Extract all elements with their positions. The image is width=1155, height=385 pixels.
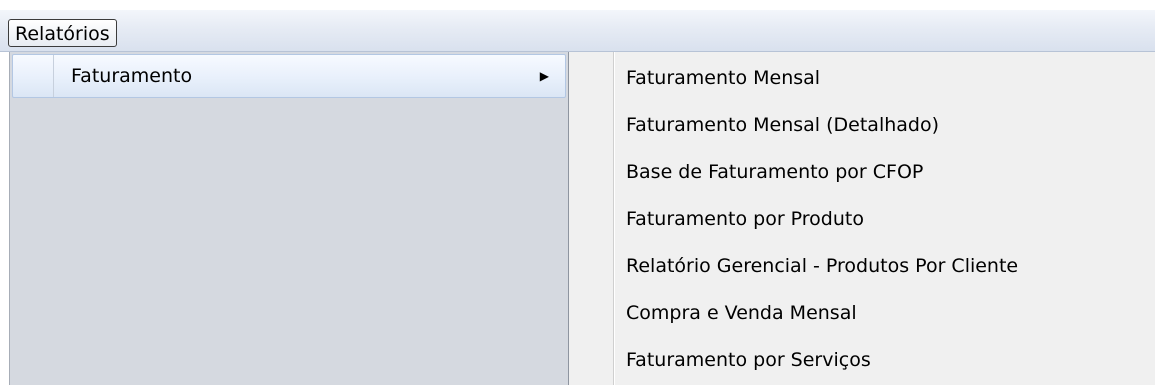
- submenu-item-faturamento-por-produto[interactable]: Faturamento por Produto: [569, 197, 1155, 241]
- submenu-item-label: Compra e Venda Mensal: [626, 302, 857, 324]
- menu-item-faturamento[interactable]: Faturamento ▶: [12, 54, 566, 98]
- relatorios-dropdown: Faturamento ▶: [9, 52, 569, 385]
- submenu-item-faturamento-mensal-detalhado[interactable]: Faturamento Mensal (Detalhado): [569, 103, 1155, 147]
- top-strip: [0, 0, 1155, 10]
- submenu-item-faturamento-por-servicos[interactable]: Faturamento por Serviços: [569, 338, 1155, 382]
- menu-relatorios[interactable]: Relatórios: [8, 19, 117, 47]
- submenu-item-faturamento-mensal[interactable]: Faturamento Mensal: [569, 56, 1155, 100]
- submenu-item-label: Base de Faturamento por CFOP: [626, 161, 924, 183]
- menu-bar: Relatórios: [0, 10, 1155, 52]
- submenu-arrow-icon: ▶: [539, 69, 549, 83]
- submenu-item-label: Faturamento por Serviços: [626, 349, 871, 371]
- submenu-item-base-faturamento-cfop[interactable]: Base de Faturamento por CFOP: [569, 150, 1155, 194]
- submenu-item-label: Relatório Gerencial - Produtos Por Clien…: [626, 255, 1019, 277]
- submenu-item-compra-venda-mensal[interactable]: Compra e Venda Mensal: [569, 291, 1155, 335]
- submenu-item-label: Faturamento por Produto: [626, 208, 864, 230]
- menu-item-label: Faturamento: [71, 65, 193, 87]
- menu-icon-gutter: [53, 55, 54, 97]
- submenu-item-relatorio-gerencial[interactable]: Relatório Gerencial - Produtos Por Clien…: [569, 244, 1155, 288]
- faturamento-submenu: Faturamento Mensal Faturamento Mensal (D…: [569, 52, 1155, 385]
- submenu-item-label: Faturamento Mensal: [626, 67, 821, 89]
- submenu-item-label: Faturamento Mensal (Detalhado): [626, 114, 939, 136]
